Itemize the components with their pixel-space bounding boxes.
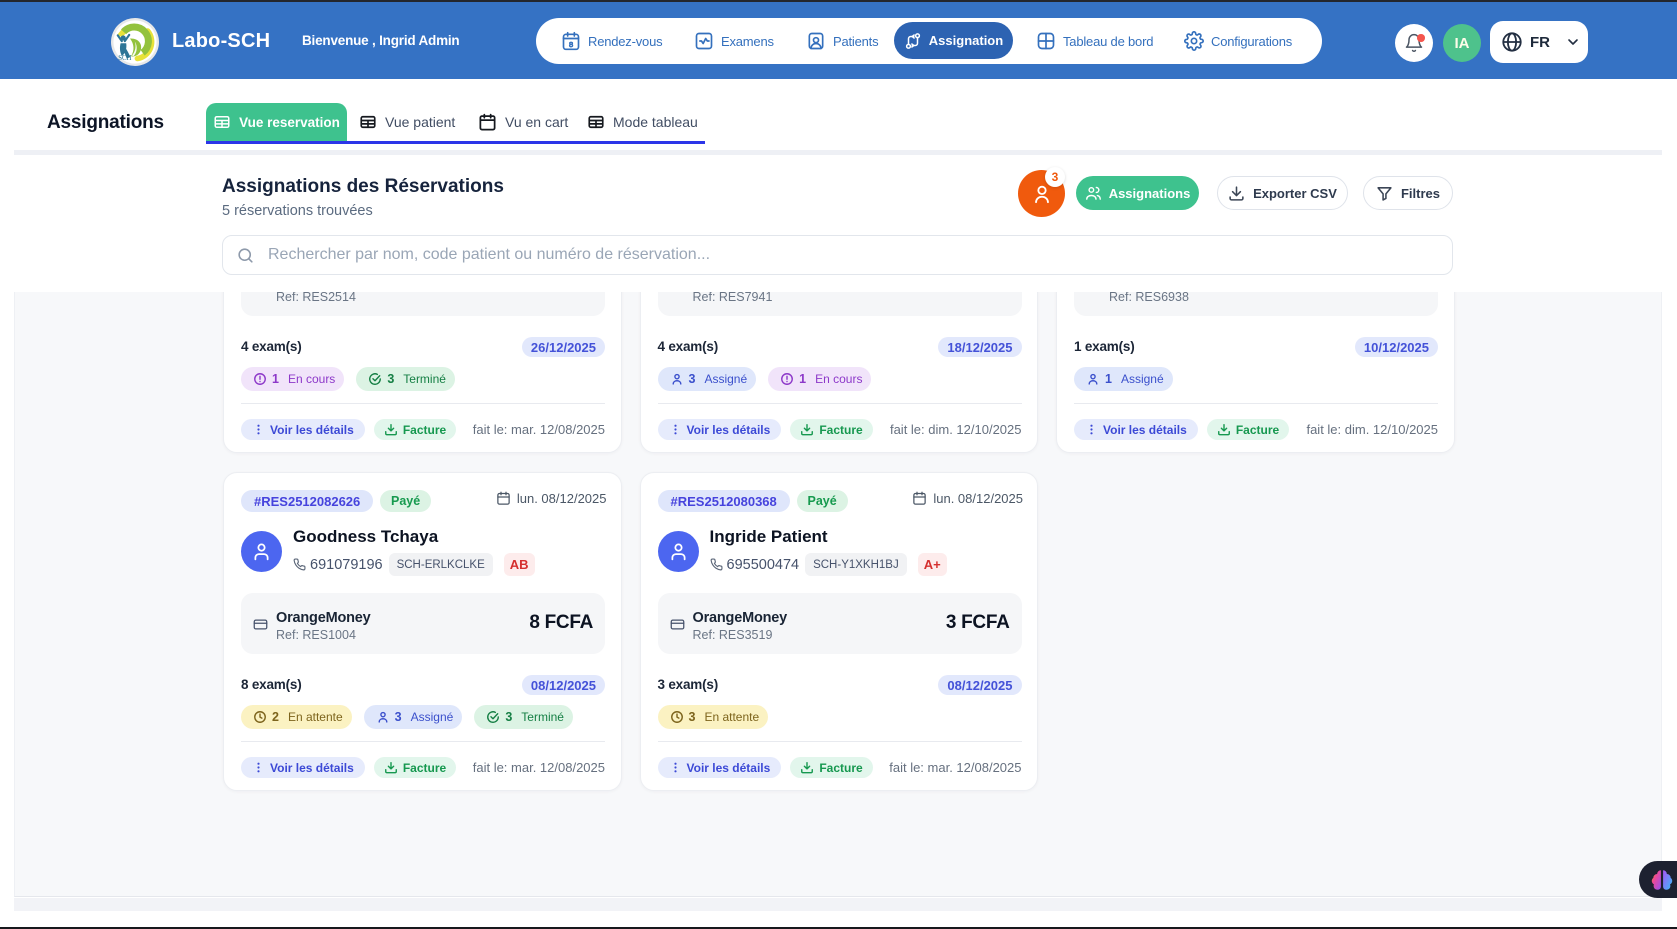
svg-text:SCH: SCH: [118, 55, 131, 62]
svg-text:8: 8: [569, 40, 573, 49]
